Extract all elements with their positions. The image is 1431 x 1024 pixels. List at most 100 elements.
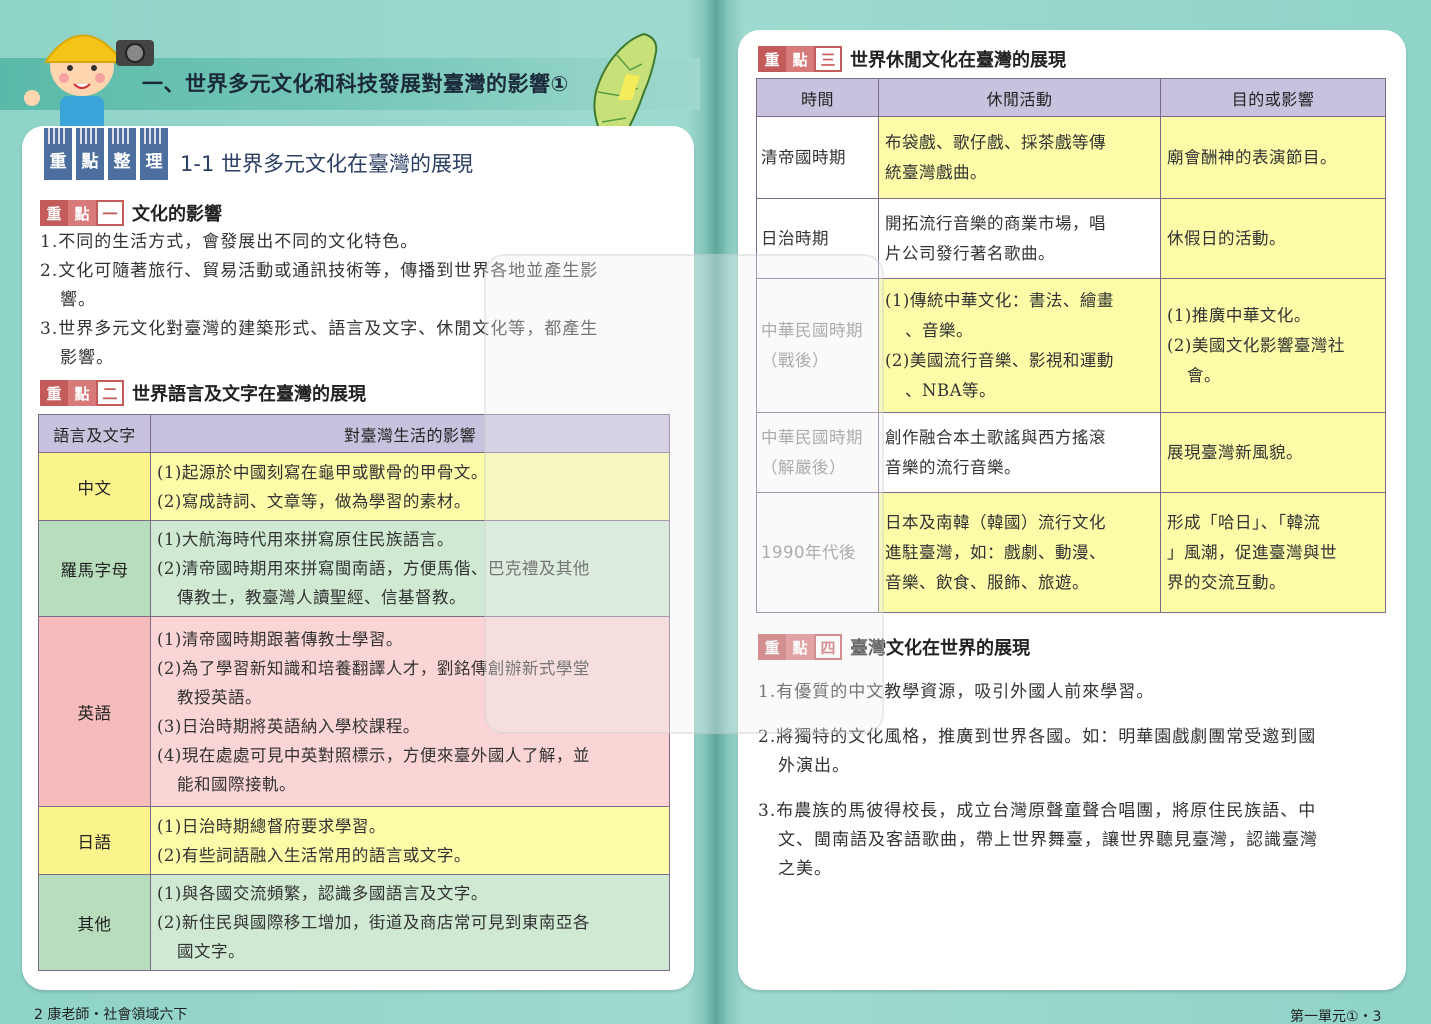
row-era: 中華民國時期 （解嚴後）	[756, 412, 879, 493]
kp4-item-3-cont: 文、閩南語及客語歌曲，帶上世界舞臺，讓世界聽見臺灣，認識臺灣	[778, 830, 1318, 850]
tag-char-1: 重	[44, 128, 72, 180]
page-main-title: 一、世界多元文化和科技發展對臺灣的影響①	[142, 72, 569, 96]
row-line: 片公司發行著名歌曲。	[885, 243, 1055, 263]
row-line: (2)新住民與國際移工增加，街道及商店常可見到東南亞各	[157, 913, 590, 932]
row-effect: 形成「哈日」、「韓流 」風潮，促進臺灣與世 界的交流互動。	[1160, 492, 1386, 613]
row-era: 中華民國時期 （戰後）	[756, 278, 879, 413]
table-row: 中華民國時期 （戰後） (1)傳統中華文化：書法、繪畫 、音樂。 (2)美國流行…	[756, 278, 1386, 413]
right-page-footer: 第一單元①・3	[1290, 1009, 1382, 1024]
leisure-table-header-3: 目的或影響	[1160, 78, 1386, 117]
row-line: 開拓流行音樂的商業市場，唱	[885, 213, 1106, 233]
kp1-item-3-cont: 影響。	[60, 348, 114, 368]
row-line: 傳教士，教臺灣人讀聖經、信基督教。	[177, 588, 466, 607]
row-line: (4)現在處處可見中英對照標示，方便來臺外國人了解，並	[157, 745, 590, 765]
row-line: 音樂、飲食、服飾、旅遊。	[885, 572, 1089, 592]
row-activity: 開拓流行音樂的商業市場，唱 片公司發行著名歌曲。	[878, 198, 1161, 279]
kp1-number: 一	[96, 200, 124, 226]
row-line: (1)傳統中華文化：書法、繪畫	[885, 290, 1114, 310]
kp2-title: 世界語言及文字在臺灣的展現	[132, 384, 366, 405]
table-row: 中華民國時期 （解嚴後） 創作融合本土歌謠與西方搖滾 音樂的流行音樂。 展現臺灣…	[756, 412, 1386, 493]
language-table: 語言及文字 對臺灣生活的影響 中文 (1)起源於中國刻寫在龜甲或獸骨的甲骨文。 …	[38, 414, 670, 971]
row-line: (1)大航海時代用來拼寫原住民族語言。	[157, 530, 454, 549]
kp4-badge-1: 重	[758, 634, 786, 660]
row-label: 英語	[38, 616, 151, 807]
kp1-item-2-cont: 響。	[60, 290, 96, 310]
row-line: (1)推廣中華文化。	[1167, 305, 1311, 325]
row-era: 清帝國時期	[756, 116, 879, 199]
key-point-1-heading: 重 點 一 文化的影響	[40, 200, 222, 226]
row-line: 廟會酬神的表演節目。	[1167, 147, 1337, 167]
key-point-3-heading: 重 點 三 世界休閒文化在臺灣的展現	[758, 46, 1066, 72]
row-era: 1990年代後	[756, 492, 879, 613]
table-row: 日治時期 開拓流行音樂的商業市場，唱 片公司發行著名歌曲。 休假日的活動。	[756, 198, 1386, 279]
kp4-item-2: 2.將獨特的文化風格，推廣到世界各國。如：明華園戲劇團常受邀到國	[758, 727, 1317, 747]
table-row: 英語 (1)清帝國時期跟著傳教士學習。 (2)為了學習新知識和培養翻譯人才，劉銘…	[38, 616, 670, 807]
row-effect: 休假日的活動。	[1160, 198, 1386, 279]
row-line: (2)寫成詩詞、文章等，做為學習的素材。	[157, 491, 471, 511]
row-effect: (1)推廣中華文化。 (2)美國文化影響臺灣社 會。	[1160, 278, 1386, 413]
table-row: 羅馬字母 (1)大航海時代用來拼寫原住民族語言。 (2)清帝國時期用來拼寫閩南語…	[38, 520, 670, 617]
kp4-title: 臺灣文化在世界的展現	[850, 638, 1030, 659]
row-content: (1)日治時期總督府要求學習。 (2)有些詞語融入生活常用的語言或文字。	[150, 806, 670, 875]
leisure-table-header-2: 休閒活動	[878, 78, 1161, 117]
kp1-badge-2: 點	[68, 200, 96, 226]
row-line: 能和國際接軌。	[177, 774, 296, 794]
kp4-item-2-cont: 外演出。	[778, 756, 850, 776]
language-table-header-2: 對臺灣生活的影響	[150, 414, 670, 453]
row-activity: (1)傳統中華文化：書法、繪畫 、音樂。 (2)美國流行音樂、影視和運動 、NB…	[878, 278, 1161, 413]
table-row: 日語 (1)日治時期總督府要求學習。 (2)有些詞語融入生活常用的語言或文字。	[38, 806, 670, 875]
row-line: 界的交流互動。	[1167, 572, 1286, 592]
row-line: 進駐臺灣，如：戲劇、動漫、	[885, 542, 1106, 562]
kp1-item-1: 1.不同的生活方式，會發展出不同的文化特色。	[40, 232, 419, 252]
key-points-tag-group: 重 點 整 理	[44, 128, 168, 180]
row-line: (2)有些詞語融入生活常用的語言或文字。	[157, 845, 471, 865]
mascot-illustration	[24, 34, 154, 134]
kp4-item-3: 3.布農族的馬彼得校長，成立台灣原聲童聲合唱團，將原住民族語、中	[758, 801, 1317, 821]
tag-char-4: 理	[140, 128, 168, 180]
language-table-header-1: 語言及文字	[38, 414, 151, 453]
row-label: 日語	[38, 806, 151, 875]
kp3-badge-1: 重	[758, 46, 786, 72]
row-line: 形成「哈日」、「韓流	[1167, 512, 1321, 532]
kp4-number: 四	[814, 634, 842, 660]
row-line: 國文字。	[177, 942, 245, 961]
row-line: (1)清帝國時期跟著傳教士學習。	[157, 629, 403, 649]
row-line: (1)日治時期總督府要求學習。	[157, 816, 386, 836]
leisure-table-header-1: 時間	[756, 78, 879, 117]
row-label: 羅馬字母	[38, 520, 151, 617]
row-content: (1)起源於中國刻寫在龜甲或獸骨的甲骨文。 (2)寫成詩詞、文章等，做為學習的素…	[150, 452, 670, 521]
table-row: 清帝國時期 布袋戲、歌仔戲、採茶戲等傳 統臺灣戲曲。 廟會酬神的表演節目。	[756, 116, 1386, 199]
row-era: 日治時期	[756, 198, 879, 279]
row-line: 創作融合本土歌謠與西方搖滾	[885, 427, 1106, 447]
row-effect: 展現臺灣新風貌。	[1160, 412, 1386, 493]
kp1-item-3: 3.世界多元文化對臺灣的建築形式、語言及文字、休閒文化等，都產生	[40, 319, 599, 339]
kp4-list: 1.有優質的中文教學資源，吸引外國人前來學習。 2.將獨特的文化風格，推廣到世界…	[758, 678, 1392, 884]
table-row: 中文 (1)起源於中國刻寫在龜甲或獸骨的甲骨文。 (2)寫成詩詞、文章等，做為學…	[38, 452, 670, 521]
row-line: (2)為了學習新知識和培養翻譯人才，劉銘傳創辦新式學堂	[157, 658, 590, 678]
row-label: 其他	[38, 874, 151, 971]
kp3-title: 世界休閒文化在臺灣的展現	[850, 50, 1066, 71]
row-line: (3)日治時期將英語納入學校課程。	[157, 716, 420, 736]
leisure-table: 時間 休閒活動 目的或影響 清帝國時期 布袋戲、歌仔戲、採茶戲等傳 統臺灣戲曲。…	[756, 78, 1386, 613]
kp2-number: 二	[96, 380, 124, 406]
tag-char-3: 整	[108, 128, 136, 180]
kp4-item-3-cont2: 之美。	[778, 859, 832, 879]
row-line: 音樂的流行音樂。	[885, 457, 1021, 477]
tag-char-2: 點	[76, 128, 104, 180]
kp1-title: 文化的影響	[132, 204, 222, 225]
row-line: 、音樂。	[905, 320, 973, 340]
kp1-item-2: 2.文化可隨著旅行、貿易活動或通訊技術等，傳播到世界各地並產生影	[40, 261, 599, 281]
table-row: 1990年代後 日本及南韓（韓國）流行文化 進駐臺灣，如：戲劇、動漫、 音樂、飲…	[756, 492, 1386, 613]
kp2-badge-2: 點	[68, 380, 96, 406]
book-gutter	[706, 0, 726, 1024]
row-line: 教授英語。	[177, 687, 262, 707]
row-line: 日本及南韓（韓國）流行文化	[885, 512, 1106, 532]
kp4-badge-2: 點	[786, 634, 814, 660]
row-activity: 創作融合本土歌謠與西方搖滾 音樂的流行音樂。	[878, 412, 1161, 493]
row-content: (1)大航海時代用來拼寫原住民族語言。 (2)清帝國時期用來拼寫閩南語，方便馬偕…	[150, 520, 670, 617]
kp2-badge-1: 重	[40, 380, 68, 406]
row-line: (1)與各國交流頻繁，認識多國語言及文字。	[157, 884, 488, 903]
row-activity: 日本及南韓（韓國）流行文化 進駐臺灣，如：戲劇、動漫、 音樂、飲食、服飾、旅遊。	[878, 492, 1161, 613]
row-line: (1)起源於中國刻寫在龜甲或獸骨的甲骨文。	[157, 462, 488, 482]
row-line: 」風潮，促進臺灣與世	[1167, 542, 1337, 562]
